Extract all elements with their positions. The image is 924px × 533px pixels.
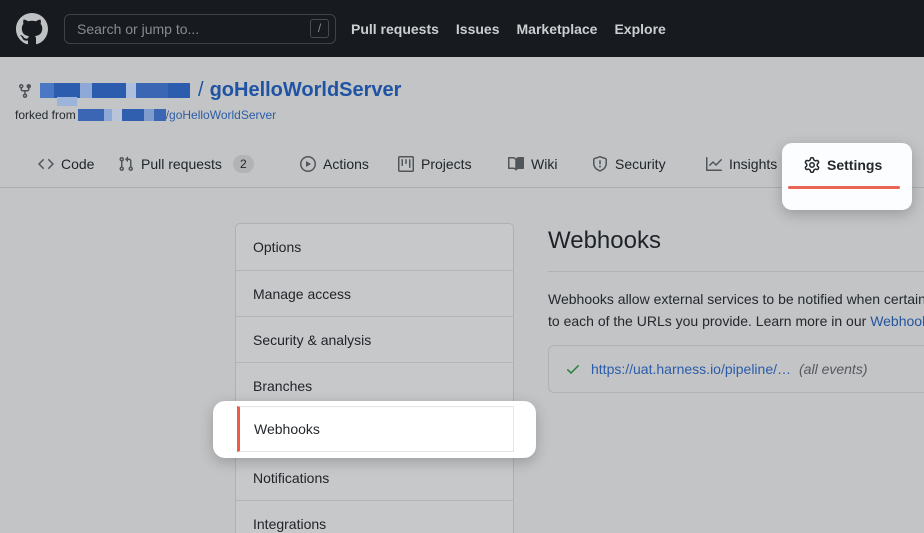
top-header: / Pull requests Issues Marketplace Explo… (0, 0, 924, 57)
forked-from-label: forked from (15, 108, 76, 122)
code-icon (38, 156, 54, 172)
webhooks-description: Webhooks allow external services to be n… (548, 288, 924, 332)
redacted-owner-name (40, 83, 190, 98)
search-input[interactable] (64, 14, 336, 44)
tab-settings[interactable]: Settings (804, 157, 882, 173)
page-title: Webhooks (548, 226, 924, 256)
redacted-fork-owner-name (78, 109, 166, 121)
tab-wiki[interactable]: Wiki (508, 140, 557, 188)
selected-tab-underline (788, 186, 900, 189)
nav-pull-requests[interactable]: Pull requests (351, 21, 439, 37)
top-nav: Pull requests Issues Marketplace Explore (351, 21, 666, 37)
tab-security[interactable]: Security (592, 140, 666, 188)
tab-projects[interactable]: Projects (398, 140, 472, 188)
pull-requests-count-badge: 2 (233, 155, 254, 173)
book-icon (508, 156, 524, 172)
sidebar-item-manage-access[interactable]: Manage access (236, 270, 513, 316)
forked-repo-link[interactable]: /goHelloWorldServer (166, 108, 277, 122)
graph-icon (706, 156, 722, 172)
forked-from-line: forked from /goHelloWorldServer (15, 108, 276, 122)
tab-pull-requests[interactable]: Pull requests 2 (118, 140, 254, 188)
nav-explore[interactable]: Explore (614, 21, 665, 37)
project-icon (398, 156, 414, 172)
github-logo-icon[interactable] (16, 13, 48, 45)
settings-sidebar: Options Manage access Security & analysi… (235, 223, 514, 533)
repo-forked-icon (17, 83, 33, 99)
webhooks-guide-link[interactable]: Webhooks Guide (870, 313, 924, 329)
repo-breadcrumb: / goHelloWorldServer (17, 79, 401, 102)
tab-insights[interactable]: Insights (706, 140, 777, 188)
sidebar-item-integrations[interactable]: Integrations (236, 500, 513, 533)
description-line-1: Webhooks allow external services to be n… (548, 288, 924, 310)
redacted-pixel-block (57, 97, 77, 106)
tab-actions[interactable]: Actions (300, 140, 369, 188)
webhooks-panel: Webhooks Webhooks allow external service… (548, 216, 924, 393)
search-box: / (64, 14, 336, 44)
title-divider (548, 271, 924, 272)
check-icon (565, 361, 581, 377)
github-settings-page: / Pull requests Issues Marketplace Explo… (0, 0, 924, 533)
play-icon (300, 156, 316, 172)
sidebar-item-security-analysis[interactable]: Security & analysis (236, 316, 513, 362)
repo-name-link[interactable]: goHelloWorldServer (210, 79, 402, 102)
shield-icon (592, 156, 608, 172)
webhook-list-item: https://uat.harness.io/pipeline/… (all e… (548, 345, 924, 393)
webhook-url-link[interactable]: https://uat.harness.io/pipeline/… (591, 361, 791, 377)
git-pull-request-icon (118, 156, 134, 172)
nav-issues[interactable]: Issues (456, 21, 500, 37)
sidebar-item-webhooks[interactable]: Webhooks (237, 406, 514, 452)
sidebar-item-options[interactable]: Options (236, 224, 513, 270)
nav-marketplace[interactable]: Marketplace (517, 21, 598, 37)
webhook-events-scope: (all events) (799, 361, 867, 377)
repo-header: / goHelloWorldServer forked from /goHell… (0, 57, 924, 140)
spotlight-settings-tab: Settings (782, 143, 912, 210)
tab-code[interactable]: Code (38, 140, 94, 188)
breadcrumb-separator: / (198, 79, 204, 102)
spotlight-webhooks-item: Webhooks (213, 401, 536, 458)
sidebar-item-notifications[interactable]: Notifications (236, 454, 513, 500)
description-line-2: to each of the URLs you provide. Learn m… (548, 310, 924, 332)
slash-shortcut-key: / (310, 19, 329, 38)
gear-icon (804, 157, 820, 173)
